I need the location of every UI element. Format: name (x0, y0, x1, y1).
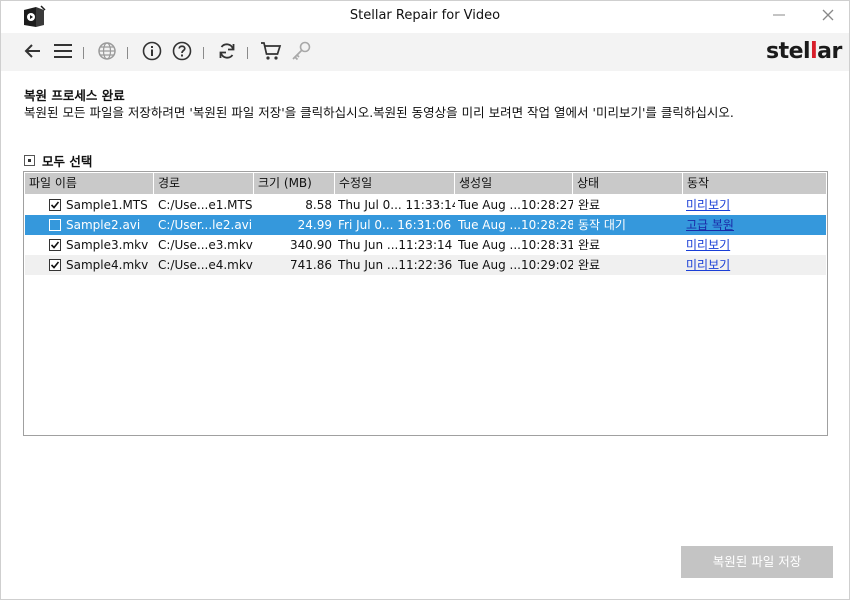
table-row[interactable]: Sample2.avi C:/User...le2.avi 24.99 Fri … (25, 215, 826, 235)
select-all-label: 모두 선택 (42, 154, 93, 169)
back-arrow-icon (24, 43, 42, 62)
buy-button[interactable] (258, 39, 284, 65)
cart-icon (260, 41, 282, 64)
close-icon (821, 8, 835, 25)
stellar-logo: stellar (766, 39, 842, 64)
file-path: C:/Use...e3.mkv (158, 238, 253, 252)
close-button[interactable] (815, 3, 841, 29)
refresh-icon (217, 41, 237, 64)
row-checkbox[interactable] (49, 259, 61, 271)
menu-icon (53, 43, 73, 62)
column-header-size[interactable]: 크기 (MB) (254, 173, 335, 194)
minimize-icon (772, 8, 786, 25)
info-button[interactable] (139, 39, 165, 65)
update-button[interactable] (214, 39, 240, 65)
toolbar: stellar (1, 33, 849, 71)
help-icon (172, 41, 192, 64)
table-row[interactable]: Sample4.mkv C:/Use...e4.mkv 741.86 Thu J… (25, 255, 826, 275)
row-checkbox[interactable] (49, 199, 61, 211)
title-bar: Stellar Repair for Video (1, 1, 849, 33)
created-date: Tue Aug ...10:29:02 (458, 258, 573, 272)
status-text: 완료 (578, 238, 601, 252)
file-name: Sample1.MTS (66, 198, 148, 212)
table-row[interactable]: Sample1.MTS C:/Use...e1.MTS 8.58 Thu Jul… (25, 195, 826, 215)
file-name: Sample2.avi (66, 218, 141, 232)
row-checkbox[interactable] (49, 239, 61, 251)
language-button[interactable] (94, 39, 120, 65)
window-title: Stellar Repair for Video (349, 8, 501, 23)
select-all-toggle[interactable]: 모두 선택 (24, 151, 92, 170)
instruction-text: 복원된 모든 파일을 저장하려면 '복원된 파일 저장'을 클릭하십시오.복원된… (24, 105, 734, 120)
created-date: Tue Aug ...10:28:28 (458, 218, 573, 232)
file-size: 8.58 (305, 198, 332, 212)
status-text: 완료 (578, 258, 601, 272)
toolbar-separator (203, 47, 204, 59)
back-button[interactable] (20, 39, 46, 65)
file-size: 340.90 (290, 238, 332, 252)
file-size: 24.99 (297, 218, 332, 232)
globe-icon (97, 41, 117, 64)
created-date: Tue Aug ...10:28:27 (458, 198, 573, 212)
modified-date: Thu Jun ...11:22:36 (338, 258, 453, 272)
preview-link[interactable]: 미리보기 (686, 195, 826, 215)
file-name: Sample4.mkv (66, 258, 149, 272)
select-all-checkbox[interactable] (24, 155, 35, 166)
toolbar-separator (127, 47, 128, 59)
row-checkbox[interactable] (49, 219, 61, 231)
modified-date: Thu Jul 0... 11:33:14 (338, 198, 455, 212)
column-header-status[interactable]: 상태 (573, 173, 683, 194)
created-date: Tue Aug ...10:28:31 (458, 238, 573, 252)
toolbar-separator (83, 47, 84, 59)
table-header: 파일 이름 경로 크기 (MB) 수정일 생성일 상태 동작 (25, 173, 826, 194)
preview-link[interactable]: 미리보기 (686, 255, 826, 275)
help-button[interactable] (169, 39, 195, 65)
activation-button[interactable] (288, 39, 314, 65)
column-header-path[interactable]: 경로 (154, 173, 254, 194)
toolbar-separator (247, 47, 248, 59)
minimize-button[interactable] (766, 3, 792, 29)
modified-date: Fri Jul 0... 16:31:06 (338, 218, 452, 232)
column-header-file-name[interactable]: 파일 이름 (25, 173, 154, 194)
status-text: 동작 대기 (578, 218, 626, 232)
menu-button[interactable] (50, 39, 76, 65)
column-header-created[interactable]: 생성일 (455, 173, 573, 194)
save-repaired-files-button[interactable]: 복원된 파일 저장 (681, 546, 833, 578)
table-row[interactable]: Sample3.mkv C:/Use...e3.mkv 340.90 Thu J… (25, 235, 826, 255)
column-header-modified[interactable]: 수정일 (335, 173, 455, 194)
app-window: Stellar Repair for Video stellar 복원 프로세스… (0, 0, 850, 600)
page-title: 복원 프로세스 완료 (24, 88, 125, 103)
file-path: C:/Use...e1.MTS (158, 198, 253, 212)
advanced-repair-link[interactable]: 고급 복원 (686, 215, 826, 235)
info-icon (142, 41, 162, 64)
status-text: 완료 (578, 198, 601, 212)
file-name: Sample3.mkv (66, 238, 149, 252)
key-icon (290, 41, 312, 64)
file-path: C:/User...le2.avi (158, 218, 253, 232)
preview-link[interactable]: 미리보기 (686, 235, 826, 255)
file-path: C:/Use...e4.mkv (158, 258, 253, 272)
file-table: 파일 이름 경로 크기 (MB) 수정일 생성일 상태 동작 Sample1.M… (23, 171, 828, 436)
file-size: 741.86 (290, 258, 332, 272)
column-header-action[interactable]: 동작 (683, 173, 826, 194)
modified-date: Thu Jun ...11:23:14 (338, 238, 453, 252)
